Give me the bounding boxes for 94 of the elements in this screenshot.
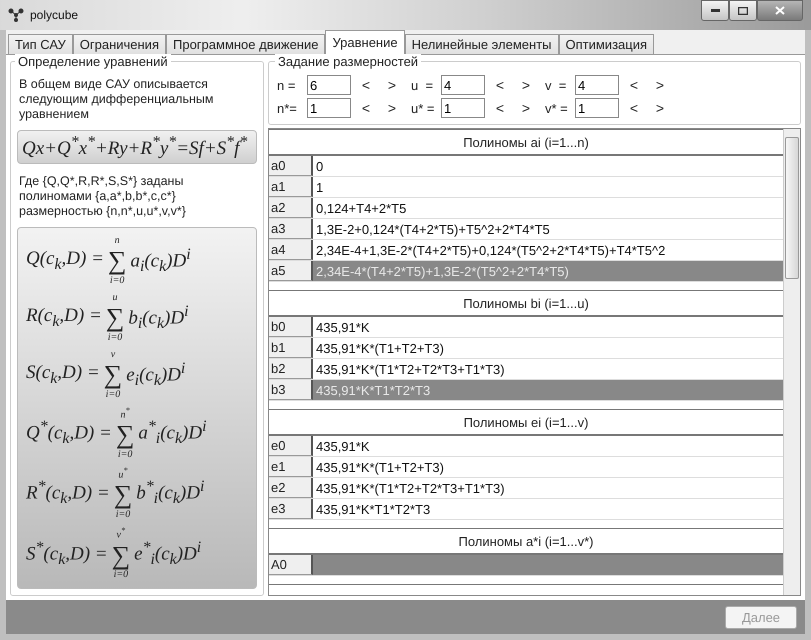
row-header[interactable]: e2 — [269, 478, 313, 498]
sum-lower-limit: i=0 — [108, 332, 122, 343]
scrollbar[interactable] — [783, 129, 800, 595]
table-cell[interactable] — [313, 555, 783, 575]
tab[interactable]: Программное движение — [166, 34, 326, 54]
sum-sign: ∑ — [108, 246, 126, 276]
row-header[interactable]: e3 — [269, 499, 313, 519]
maximize-icon — [738, 6, 748, 14]
sum-upper-limit: u$^{*}$ — [118, 466, 128, 480]
row-header[interactable]: b0 — [269, 317, 313, 337]
row-header[interactable]: b3 — [269, 380, 313, 400]
row-header[interactable]: A0 — [269, 555, 313, 575]
row-header[interactable]: a0 — [269, 156, 313, 176]
increment-button[interactable]: > — [381, 100, 403, 116]
formula-lhs: Q(c$_{k}$,D) = — [26, 248, 104, 274]
formula-lhs: Q$^{*}$(c$_{k}$,D) = — [26, 418, 112, 448]
tab[interactable]: Уравнение — [325, 30, 405, 55]
row-header[interactable]: a3 — [269, 219, 313, 239]
group-title: Задание размерностей — [275, 54, 422, 69]
dimension-field[interactable]: 6 — [307, 75, 351, 95]
formula-lhs: S$^{*}$(c$_{k}$,D) = — [26, 538, 108, 569]
close-button[interactable] — [757, 0, 803, 21]
maximize-button[interactable] — [729, 0, 757, 21]
formula-rhs: b$_{i}$(c$_{k}$)D$^{i}$ — [128, 302, 188, 333]
dimension-field[interactable]: 1 — [307, 98, 351, 118]
increment-button[interactable]: > — [515, 100, 537, 116]
row-header[interactable]: a2 — [269, 198, 313, 218]
minimize-button[interactable] — [701, 0, 729, 21]
formula-lhs: R(c$_{k}$,D) = — [26, 304, 102, 331]
formula-rhs: a$_{i}$(c$_{k}$)D$^{i}$ — [130, 246, 191, 276]
sum-lower-limit: i=0 — [118, 450, 132, 460]
decrement-button[interactable]: < — [489, 77, 511, 93]
dimension-field[interactable]: 1 — [575, 98, 619, 118]
tab[interactable]: Нелинейные элементы — [404, 34, 558, 54]
group-title: Определение уравнений — [15, 54, 171, 69]
row-header[interactable]: e0 — [269, 436, 313, 456]
row-header[interactable]: e1 — [269, 457, 313, 477]
dimension-field[interactable]: 4 — [441, 75, 485, 95]
decrement-button[interactable]: < — [489, 100, 511, 116]
dimension-field[interactable]: 1 — [441, 98, 485, 118]
sum-sign: ∑ — [104, 360, 122, 390]
decrement-button[interactable]: < — [355, 77, 377, 93]
section-header: Полиномы bi (i=1...u) — [269, 290, 783, 317]
sum-lower-limit: i=0 — [106, 390, 120, 400]
increment-button[interactable]: > — [649, 77, 671, 93]
row-header[interactable]: a4 — [269, 240, 313, 260]
note-text: Где {Q,Q*,R,R*,S,S*} заданы полиномами {a,a*,b,b*,c,c*} размерностью {n,n*,u,u*,v,v*} — [19, 174, 187, 220]
minimize-icon — [710, 9, 720, 12]
decrement-button[interactable]: < — [623, 100, 645, 116]
formula-lhs: R$^{*}$(c$_{k}$,D) = — [26, 478, 110, 509]
close-icon — [775, 6, 785, 15]
increment-button[interactable]: > — [649, 100, 671, 116]
sum-sign: ∑ — [106, 302, 124, 333]
row-header[interactable]: a5 — [269, 261, 313, 281]
dimension-label: u = — [411, 78, 434, 92]
sum-lower-limit: i=0 — [110, 276, 124, 286]
sum-lower-limit: i=0 — [114, 570, 128, 580]
section-header: Полиномы ai (i=1...n) — [269, 129, 783, 156]
tab[interactable]: Оптимизация — [558, 34, 654, 54]
sum-upper-limit: u — [112, 292, 118, 303]
dimension-field[interactable]: 4 — [575, 75, 619, 95]
sum-sign: ∑ — [112, 540, 130, 570]
formula-rhs: e$^{*}$$_{i}$(c$_{k}$)D$^{i}$ — [134, 538, 202, 569]
section-header: Полиномы ei (i=1...v) — [269, 409, 783, 436]
section-header: Полиномы a*i (i=1...v*) — [269, 528, 783, 555]
sum-upper-limit: v$^{*}$ — [116, 527, 126, 541]
increment-button[interactable]: > — [381, 77, 403, 93]
formula-lhs: S(c$_{k}$,D) = — [26, 362, 100, 388]
row-header[interactable]: a1 — [269, 177, 313, 197]
formula-rhs: e$_{i}$(c$_{k}$)D$^{i}$ — [126, 360, 186, 390]
dimension-label: v* = — [545, 100, 569, 116]
tab[interactable]: Ограничения — [72, 34, 166, 54]
sum-upper-limit: n — [114, 236, 120, 246]
formula-rhs: a$^{*}$$_{i}$(c$_{k}$)D$^{i}$ — [138, 418, 206, 448]
sum-upper-limit: v — [110, 350, 116, 360]
sum-sign: ∑ — [116, 420, 134, 450]
sum-sign: ∑ — [114, 480, 132, 510]
row-header[interactable]: b1 — [269, 338, 313, 358]
row-header[interactable]: b2 — [269, 359, 313, 379]
app-icon — [8, 8, 24, 22]
dimension-label: v = — [545, 78, 568, 92]
tab[interactable]: Тип САУ — [8, 34, 73, 54]
dimension-label: n = — [277, 78, 296, 92]
sum-lower-limit: i=0 — [116, 510, 130, 520]
formula-rhs: b$^{*}$$_{i}$(c$_{k}$)D$^{i}$ — [136, 478, 204, 509]
increment-button[interactable]: > — [515, 77, 537, 93]
main-equation: Qx+Q$^{*}$x$^{*}$+Ry+R$^{*}$y$^{*}$=Sf+S$^{*}$f$^{*}$ — [17, 130, 257, 164]
intro-text: В общем виде САУ описывается следующим дифференциальным уравнением — [19, 77, 214, 122]
decrement-button[interactable]: < — [623, 77, 645, 93]
dimension-label: n*= — [277, 100, 298, 116]
decrement-button[interactable]: < — [355, 100, 377, 116]
dimension-label: u* = — [411, 100, 436, 116]
window-title: polycube — [30, 8, 78, 22]
sum-upper-limit: n$^{*}$ — [120, 406, 130, 420]
